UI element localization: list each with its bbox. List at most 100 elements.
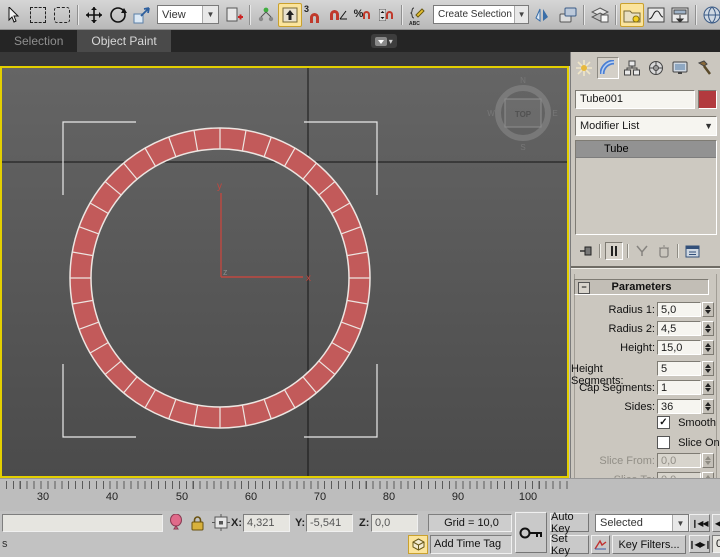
maxscript-mini-listener[interactable]: [2, 514, 163, 532]
reference-coordinate-value: View: [162, 9, 186, 21]
pivot-center-icon: [282, 7, 298, 23]
key-mode-toggle[interactable]: ❙◀▶❙: [689, 535, 710, 553]
angle-snap-toggle[interactable]: [326, 3, 350, 27]
default-in-out-tangents-button[interactable]: [591, 535, 610, 554]
x-coord-field[interactable]: 4,321: [243, 514, 290, 532]
material-editor-button[interactable]: [700, 3, 720, 27]
object-color-swatch[interactable]: [698, 90, 717, 109]
tab-selection[interactable]: Selection: [0, 30, 77, 52]
radius1-input[interactable]: 5,0: [657, 302, 701, 317]
cap-segments-input[interactable]: 1: [657, 380, 701, 395]
radius2-input[interactable]: 4,5: [657, 321, 701, 336]
edit-named-selection-sets-button[interactable]: ABC: [406, 3, 430, 27]
selection-region-flyout-icon[interactable]: [50, 3, 74, 27]
mirror-icon: [535, 7, 553, 23]
track-bar-ruler[interactable]: 30 40 50 60 70 80 90 100: [0, 478, 720, 511]
select-and-manipulate-icon[interactable]: [222, 3, 246, 27]
align-icon: [559, 7, 577, 23]
absolute-mode-icon[interactable]: [212, 514, 230, 534]
height-input[interactable]: 15,0: [657, 340, 701, 355]
radius2-spinner[interactable]: [702, 321, 714, 336]
height-label: Height:: [620, 342, 655, 354]
select-and-scale-icon[interactable]: [130, 3, 154, 27]
reference-coordinate-dropdown[interactable]: View ▼: [157, 5, 219, 24]
separator: [677, 244, 679, 258]
schematic-view-button[interactable]: [668, 3, 692, 27]
tube-object[interactable]: [70, 128, 370, 428]
main-toolbar: View ▼ 3 % ABC Create Selection Se ▼: [0, 0, 720, 30]
radius1-spinner[interactable]: [702, 302, 714, 317]
frame-ticks: [0, 481, 570, 489]
curve-editor-button[interactable]: [644, 3, 668, 27]
graphite-ribbon-toggle[interactable]: [620, 3, 644, 27]
named-selection-set-dropdown[interactable]: Create Selection Se ▼: [433, 5, 529, 24]
stack-item-tube[interactable]: Tube: [576, 141, 716, 158]
viewcube-face-label: TOP: [515, 110, 532, 119]
hierarchy-tab[interactable]: [621, 57, 643, 79]
set-key-button[interactable]: Set Key: [550, 535, 589, 554]
height-segments-spinner[interactable]: [702, 361, 714, 376]
go-to-start-button[interactable]: ❙◀◀: [689, 514, 710, 532]
snaps-toggle-3d[interactable]: 3: [302, 3, 326, 27]
smooth-checkbox[interactable]: ✓: [657, 416, 670, 429]
remove-modifier-icon[interactable]: [655, 242, 673, 260]
select-object-icon[interactable]: [2, 3, 26, 27]
mirror-button[interactable]: [532, 3, 556, 27]
y-coord-field[interactable]: -5,541: [306, 514, 353, 532]
parameters-rollout-header[interactable]: − Parameters: [574, 279, 709, 295]
select-and-move-icon[interactable]: [82, 3, 106, 27]
tab-object-paint[interactable]: Object Paint: [77, 30, 170, 52]
ribbon-state-icon: [375, 37, 387, 46]
key-selection-dropdown[interactable]: Selected ▼: [595, 514, 689, 532]
sides-spinner[interactable]: [702, 399, 714, 414]
align-button[interactable]: [556, 3, 580, 27]
height-segments-row: Height Segments: 5: [571, 361, 720, 377]
modify-tab[interactable]: [597, 57, 619, 79]
auto-key-button[interactable]: Auto Key: [550, 513, 589, 532]
rect-selection-region-icon[interactable]: [26, 3, 50, 27]
frame-label: 60: [245, 491, 257, 503]
cap-segments-spinner[interactable]: [702, 380, 714, 395]
sides-input[interactable]: 36: [657, 399, 701, 414]
collapse-icon[interactable]: −: [578, 282, 590, 294]
ribbon-tab-bar: Selection Object Paint ▾: [0, 30, 720, 52]
use-pivot-center-toggle[interactable]: [278, 3, 302, 27]
configure-modifier-sets-icon[interactable]: [683, 242, 701, 260]
slice-on-checkbox[interactable]: [657, 436, 670, 449]
x-coord-label: X:: [231, 517, 242, 529]
selection-lock-icon[interactable]: [190, 515, 205, 534]
utilities-tab[interactable]: [693, 57, 715, 79]
viewcube[interactable]: TOP N S W E: [487, 76, 557, 152]
percent-snap-toggle[interactable]: %: [350, 3, 374, 27]
smooth-row: ✓ Smooth: [657, 416, 716, 430]
isolate-selection-icon[interactable]: [168, 514, 184, 534]
set-keys-button[interactable]: [515, 512, 547, 553]
slice-from-spinner: [702, 453, 714, 468]
select-and-rotate-icon[interactable]: [106, 3, 130, 27]
modifier-stack[interactable]: Tube: [575, 140, 717, 235]
height-spinner[interactable]: [702, 340, 714, 355]
motion-tab[interactable]: [645, 57, 667, 79]
layer-manager-button[interactable]: [588, 3, 612, 27]
axis-x-label: x: [306, 273, 311, 284]
current-frame-field[interactable]: 0: [712, 535, 720, 553]
z-coord-field[interactable]: 0,0: [371, 514, 418, 532]
height-segments-input[interactable]: 5: [657, 361, 701, 376]
isolate-cube-toggle[interactable]: [408, 535, 428, 554]
show-end-result-icon[interactable]: [605, 242, 623, 260]
top-viewport[interactable]: y x z TOP N S W E: [0, 66, 569, 478]
make-unique-icon[interactable]: [633, 242, 651, 260]
pivot-surface-icon[interactable]: [254, 3, 278, 27]
previous-frame-button[interactable]: ◀: [712, 514, 720, 532]
ribbon-minimize-dropdown[interactable]: ▾: [371, 34, 397, 48]
modifier-list-dropdown[interactable]: Modifier List ▼: [575, 116, 717, 136]
add-time-tag[interactable]: Add Time Tag: [430, 535, 512, 554]
pin-stack-icon[interactable]: [577, 242, 595, 260]
frame-label: 50: [176, 491, 188, 503]
spinner-snap-toggle[interactable]: [374, 3, 398, 27]
key-filters-button[interactable]: Key Filters...: [612, 535, 686, 554]
display-tab[interactable]: [669, 57, 691, 79]
x-coord-value: 4,321: [247, 517, 275, 529]
create-tab[interactable]: [573, 57, 595, 79]
object-name-field[interactable]: Tube001: [575, 90, 695, 109]
